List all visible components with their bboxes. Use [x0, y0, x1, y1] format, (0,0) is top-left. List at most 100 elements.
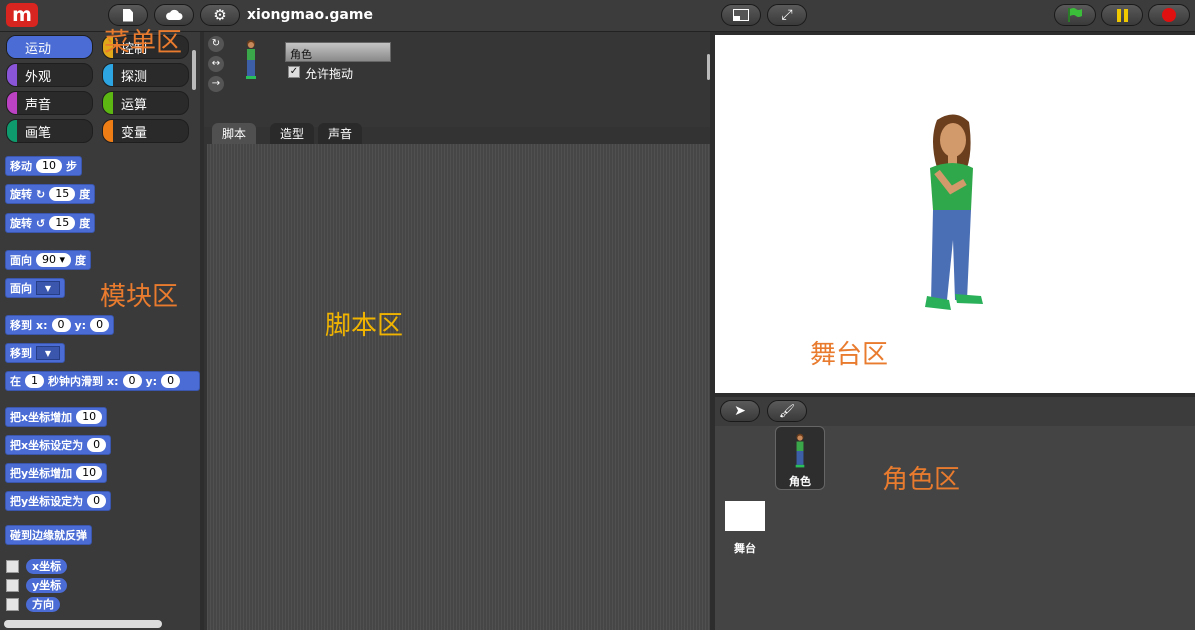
degrees-input[interactable]: 15	[49, 187, 76, 201]
small-stage-button[interactable]	[721, 4, 761, 26]
value-input[interactable]: 0	[87, 494, 107, 508]
draggable-label: 允许拖动	[305, 67, 354, 81]
target-dropdown[interactable]: ▼	[36, 346, 60, 360]
blocks-area-annotation: 模块区	[100, 282, 179, 312]
palette-horizontal-scrollbar[interactable]	[4, 620, 162, 628]
sprite-character[interactable]	[915, 110, 995, 320]
rotate-ccw-icon: ↺	[36, 216, 46, 230]
block-text: 步	[66, 160, 77, 173]
category-label: 运动	[25, 41, 52, 57]
pause-icon	[1116, 8, 1128, 22]
block-text: 把x坐标增加	[10, 411, 73, 424]
turn-right-block[interactable]: 旋转 ↻ 15 度	[5, 184, 96, 204]
direction-dropdown[interactable]: 90 ▾	[36, 253, 72, 267]
script-scrollbar[interactable]	[707, 54, 710, 80]
x-position-reporter[interactable]: x坐标	[26, 559, 68, 574]
set-y-block[interactable]: 把y坐标设定为 0	[5, 491, 112, 511]
menu-area-annotation: 菜单区	[104, 28, 183, 58]
new-sprite-select-button[interactable]: ➤	[720, 400, 760, 422]
category-variables[interactable]: 变量	[102, 119, 189, 143]
y-input[interactable]: 0	[90, 318, 110, 332]
point-direction-block[interactable]: 面向 90 ▾ 度	[5, 250, 92, 270]
direction-checkbox[interactable]	[6, 598, 19, 611]
bounce-block[interactable]: 碰到边缘就反弹	[5, 525, 92, 545]
x-input[interactable]: 0	[122, 374, 142, 388]
block-text: 移动	[10, 160, 32, 173]
stop-icon	[1162, 8, 1176, 22]
settings-button[interactable]: ⚙	[200, 4, 240, 26]
brush-icon: 🖌	[778, 403, 796, 419]
move-steps-block[interactable]: 移动 10 步	[5, 156, 82, 176]
chevron-down-icon: ▼	[44, 348, 52, 358]
project-title: xiongmao.game	[247, 7, 373, 23]
block-text: 旋转	[10, 188, 32, 201]
expand-icon: ⤢	[781, 7, 793, 23]
block-text: 碰到边缘就反弹	[10, 529, 87, 542]
tab-costumes[interactable]: 造型	[270, 123, 315, 144]
change-y-block[interactable]: 把y坐标增加 10	[5, 463, 108, 483]
block-text: 面向	[10, 282, 32, 295]
stage[interactable]	[715, 35, 1195, 393]
category-variables-swatch	[103, 120, 113, 142]
block-text: 在	[10, 375, 21, 388]
value-input[interactable]: 10	[76, 410, 103, 424]
x-input[interactable]: 0	[51, 318, 71, 332]
y-input[interactable]: 0	[161, 374, 181, 388]
y-position-reporter[interactable]: y坐标	[26, 578, 68, 593]
arrow-icon: ➤	[734, 403, 746, 419]
block-text: 度	[75, 254, 87, 267]
turn-left-block[interactable]: 旋转 ↺ 15 度	[5, 213, 96, 233]
stage-area-annotation: 舞台区	[810, 340, 889, 370]
palette-scrollbar[interactable]	[192, 50, 196, 90]
category-label: 探测	[121, 69, 148, 85]
target-dropdown[interactable]: ▼	[36, 281, 60, 295]
tab-sounds[interactable]: 声音	[318, 123, 363, 144]
script-pane: ↻ ↔ → 角色 ✓ 允许拖动 脚本 造型 声音	[204, 32, 710, 630]
seconds-input[interactable]: 1	[25, 374, 44, 388]
value-input[interactable]: 10	[76, 466, 103, 480]
scripts-area-annotation: 脚本区	[325, 311, 404, 341]
block-text: 移到	[10, 319, 32, 332]
sprite-name-field[interactable]: 角色	[285, 42, 391, 62]
category-operators-swatch	[103, 92, 113, 114]
block-text: 把y坐标增加	[10, 467, 73, 480]
category-label: 变量	[121, 125, 148, 141]
pause-button[interactable]	[1101, 4, 1143, 26]
category-pen[interactable]: 画笔	[6, 119, 93, 143]
green-flag-button[interactable]	[1054, 4, 1096, 26]
category-label: 画笔	[25, 125, 52, 141]
rotate-all-icon[interactable]: ↻	[208, 36, 224, 52]
goto-block[interactable]: 移到 ▼	[5, 343, 65, 363]
paint-new-sprite-button[interactable]: 🖌	[767, 400, 807, 422]
category-operators[interactable]: 运算	[102, 91, 189, 115]
x-position-checkbox[interactable]	[6, 560, 19, 573]
point-towards-block[interactable]: 面向 ▼	[5, 278, 65, 298]
stop-button[interactable]	[1148, 4, 1190, 26]
category-motion[interactable]: 运动	[6, 35, 93, 59]
scripts-area[interactable]	[207, 144, 710, 630]
flip-left-right-icon[interactable]: ↔	[208, 56, 224, 72]
category-sensing[interactable]: 探测	[102, 63, 189, 87]
category-pen-swatch	[7, 120, 17, 142]
chevron-down-icon: ▼	[44, 283, 52, 293]
y-position-checkbox[interactable]	[6, 579, 19, 592]
stage-thumbnail[interactable]	[725, 501, 765, 531]
fullscreen-button[interactable]: ⤢	[767, 4, 807, 26]
draggable-checkbox[interactable]: ✓	[288, 66, 300, 78]
steps-input[interactable]: 10	[36, 159, 62, 173]
direction-reporter[interactable]: 方向	[26, 597, 60, 612]
block-palette: 运动 控制 外观 探测 声音 运算 画笔 变量 移动 10 步 旋转 ↻ 15 度 旋转 ↺…	[0, 32, 200, 630]
sprite-corral: 角色 舞台	[715, 426, 1195, 630]
value-input[interactable]: 0	[87, 438, 107, 452]
glide-block[interactable]: 在 1 秒钟内滑到 x: 0 y: 0	[5, 371, 200, 391]
goto-xy-block[interactable]: 移到 x: 0 y: 0	[5, 315, 115, 335]
degrees-input[interactable]: 15	[49, 216, 76, 230]
category-looks[interactable]: 外观	[6, 63, 93, 87]
change-x-block[interactable]: 把x坐标增加 10	[5, 407, 108, 427]
tab-scripts[interactable]: 脚本	[212, 123, 257, 144]
set-x-block[interactable]: 把x坐标设定为 0	[5, 435, 112, 455]
app-logo[interactable]: m	[6, 3, 38, 27]
category-sound[interactable]: 声音	[6, 91, 93, 115]
no-rotate-icon[interactable]: →	[208, 76, 224, 92]
sprite-tile[interactable]: 角色	[775, 426, 825, 490]
